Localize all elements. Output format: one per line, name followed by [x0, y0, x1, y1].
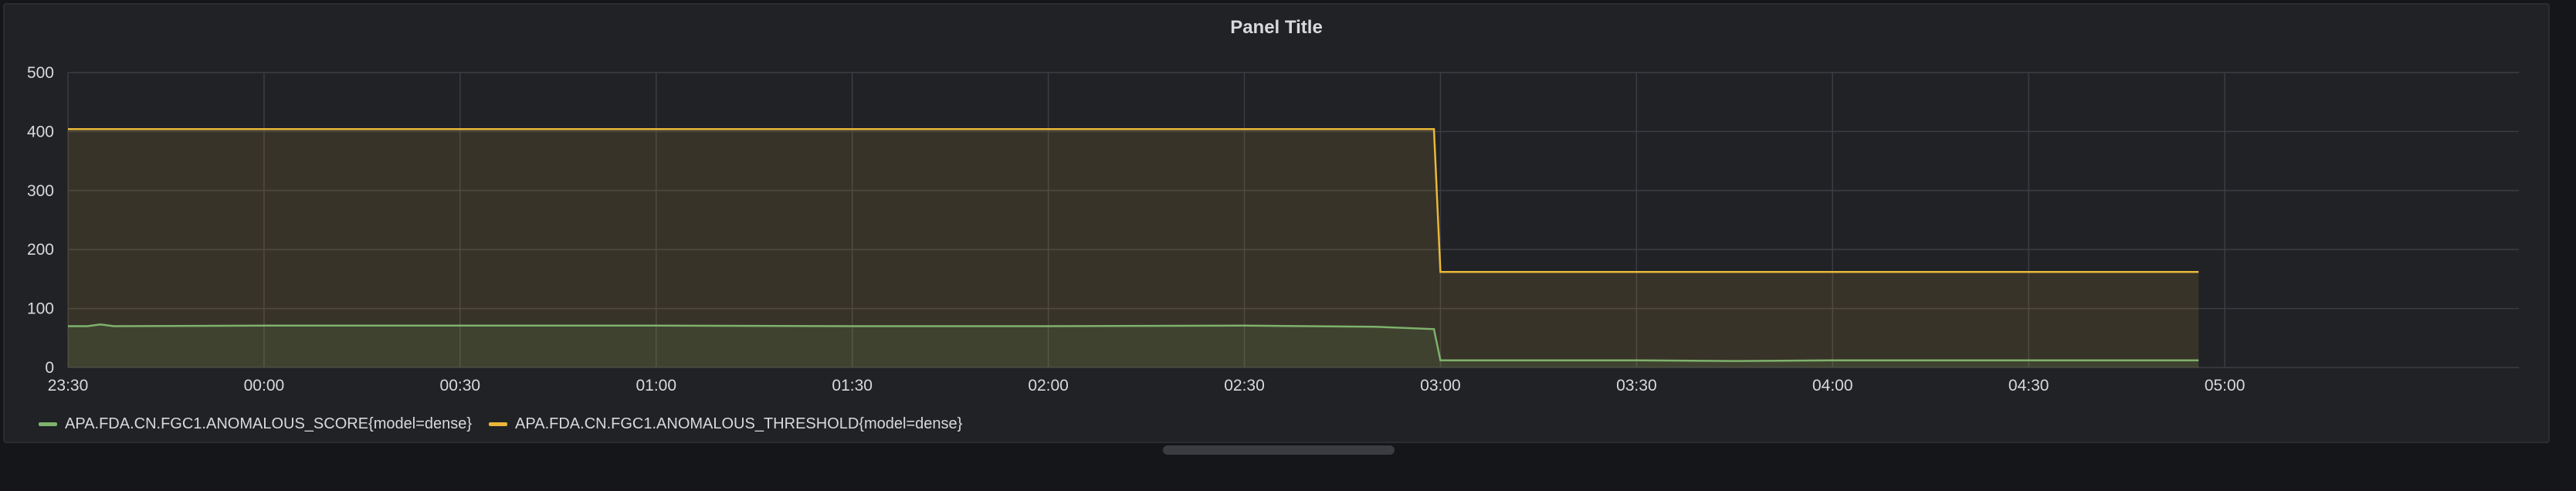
- x-tick-label: 03:00: [1420, 377, 1461, 394]
- y-tick-label: 500: [27, 64, 54, 82]
- x-tick-label: 02:30: [1224, 377, 1265, 394]
- legend-swatch-score: [39, 422, 57, 426]
- y-tick-label: 300: [27, 182, 54, 200]
- y-tick-label: 200: [27, 241, 54, 259]
- legend-swatch-threshold: [489, 422, 508, 426]
- x-tick-label: 04:00: [1812, 377, 1853, 394]
- legend-item-score[interactable]: APA.FDA.CN.FGC1.ANOMALOUS_SCORE{model=de…: [39, 415, 472, 433]
- x-tick-label: 01:00: [636, 377, 676, 394]
- x-tick-label: 00:00: [244, 377, 285, 394]
- x-tick-label: 02:00: [1028, 377, 1069, 394]
- x-tick-label: 00:30: [440, 377, 481, 394]
- y-tick-label: 100: [27, 300, 54, 318]
- chart-plot: 0 100 200 300 400 500 23:30 00:00 00:30 01:00 01:…: [27, 64, 2519, 394]
- y-tick-label: 0: [45, 359, 54, 377]
- x-axis: 23:30 00:00 00:30 01:00 01:30 02:00 02:30 03:00…: [48, 377, 2246, 394]
- legend-label-score: APA.FDA.CN.FGC1.ANOMALOUS_SCORE{model=de…: [65, 415, 473, 432]
- x-tick-label: 23:30: [48, 377, 89, 394]
- horizontal-scrollbar[interactable]: [1163, 445, 1395, 455]
- x-tick-label: 04:30: [2008, 377, 2049, 394]
- chart-panel: Panel Title 0 100 200 300 400 500 23:30 00:00 0…: [3, 3, 2550, 443]
- y-tick-label: 400: [27, 123, 54, 141]
- legend: APA.FDA.CN.FGC1.ANOMALOUS_SCORE{model=de…: [39, 415, 962, 433]
- legend-label-threshold: APA.FDA.CN.FGC1.ANOMALOUS_THRESHOLD{mode…: [515, 415, 963, 432]
- legend-item-threshold[interactable]: APA.FDA.CN.FGC1.ANOMALOUS_THRESHOLD{mode…: [489, 415, 962, 433]
- y-axis: 0 100 200 300 400 500: [27, 64, 54, 377]
- series-layer: [68, 128, 2199, 368]
- x-tick-label: 05:00: [2205, 377, 2246, 394]
- x-tick-label: 03:30: [1616, 377, 1657, 394]
- x-tick-label: 01:30: [832, 377, 873, 394]
